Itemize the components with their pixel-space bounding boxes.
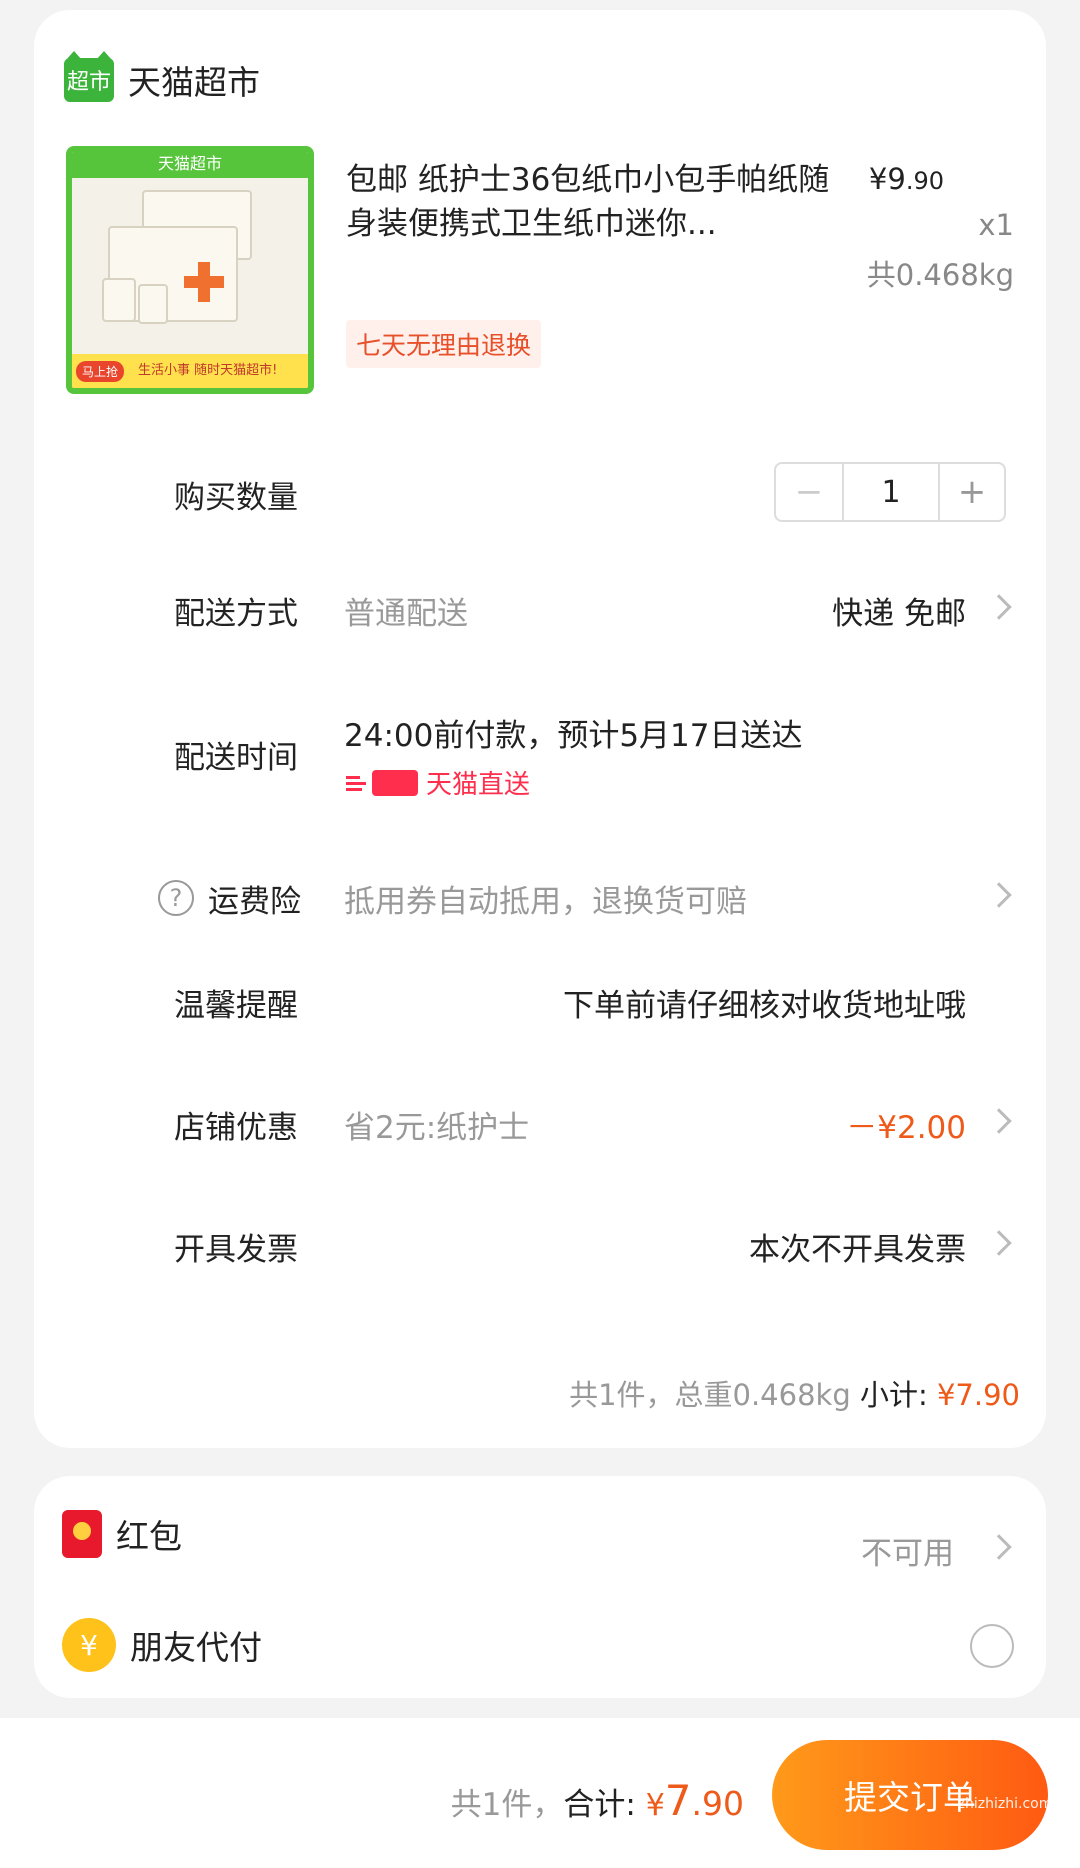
total-int: 7 bbox=[664, 1776, 692, 1825]
delivery-time-label: 配送时间 bbox=[174, 740, 298, 776]
shipping-method-value: 普通配送 bbox=[344, 596, 468, 632]
reminder-value: 下单前请仔细核对收货地址哦 bbox=[563, 988, 966, 1024]
hongbao-row[interactable]: 红包 bbox=[62, 1510, 182, 1558]
order-card: 超市 天猫超市 天猫超市 生活小事 随时天猫超市! 马上抢 包邮 纸护士36包纸… bbox=[34, 10, 1046, 1448]
watermark: zhizhizhi.com bbox=[957, 1796, 1053, 1812]
product-image-grab-badge: 马上抢 bbox=[76, 361, 125, 382]
subtotal-label: 小计: bbox=[859, 1378, 928, 1412]
store-name: 天猫超市 bbox=[128, 63, 260, 102]
checkout-bar: 共1件，合计: ¥7.90 提交订单 bbox=[0, 1718, 1080, 1868]
product-price-dec: .90 bbox=[905, 167, 944, 195]
product-price: ¥9.90 bbox=[869, 162, 944, 196]
product-quantity: x1 bbox=[978, 208, 1014, 242]
chevron-right-icon[interactable] bbox=[986, 1230, 1012, 1256]
return-policy-tag: 七天无理由退换 bbox=[346, 320, 542, 368]
total-currency: ¥ bbox=[645, 1788, 665, 1823]
speed-lines-icon bbox=[346, 774, 368, 792]
buy-quantity-label: 购买数量 bbox=[174, 480, 298, 516]
reminder-label: 温馨提醒 bbox=[174, 988, 298, 1024]
total-count: 共1件， bbox=[450, 1787, 564, 1823]
shipping-insurance-value[interactable]: 抵用券自动抵用，退换货可赔 bbox=[344, 876, 747, 921]
hongbao-label: 红包 bbox=[116, 1517, 182, 1556]
subtotal-amount: ¥7.90 bbox=[936, 1378, 1020, 1412]
store-header[interactable]: 超市 天猫超市 bbox=[64, 51, 260, 104]
product-cross-shape bbox=[198, 262, 210, 302]
shipping-method-label: 配送方式 bbox=[174, 596, 298, 632]
quantity-value[interactable]: 1 bbox=[844, 464, 938, 520]
decrease-button[interactable]: − bbox=[776, 464, 844, 520]
invoice-value[interactable]: 本次不开具发票 bbox=[749, 1224, 966, 1269]
total-label: 合计: bbox=[563, 1787, 636, 1823]
product-weight: 共0.468kg bbox=[866, 258, 1014, 292]
store-discount-amount[interactable]: －¥2.00 bbox=[846, 1102, 966, 1147]
tmall-cat-icon bbox=[372, 769, 418, 796]
product-pack-shape bbox=[102, 278, 136, 322]
total-dec: .90 bbox=[691, 1784, 744, 1823]
friend-pay-radio[interactable] bbox=[970, 1624, 1014, 1668]
hongbao-value[interactable]: 不可用 bbox=[861, 1528, 954, 1573]
shipping-method-right[interactable]: 快递 免邮 bbox=[832, 588, 966, 633]
red-envelope-icon bbox=[62, 1510, 102, 1558]
product-image-banner: 天猫超市 bbox=[72, 152, 308, 178]
payment-options-card: 红包 不可用 ¥ 朋友代付 bbox=[34, 1476, 1046, 1698]
invoice-label: 开具发票 bbox=[174, 1232, 298, 1268]
chevron-right-icon[interactable] bbox=[986, 594, 1012, 620]
increase-button[interactable]: + bbox=[938, 464, 1004, 520]
tmall-supermarket-logo: 超市 bbox=[64, 51, 114, 102]
friend-pay-label: 朋友代付 bbox=[130, 1628, 262, 1667]
chevron-right-icon[interactable] bbox=[986, 1534, 1012, 1560]
product-title[interactable]: 包邮 纸护士36包纸巾小包手帕纸随身装便携式卫生纸巾迷你... bbox=[346, 158, 846, 246]
delivery-time-value: 24:00前付款，预计5月17日送达 bbox=[344, 718, 803, 754]
chevron-right-icon[interactable] bbox=[986, 1108, 1012, 1134]
yuan-coin-icon: ¥ bbox=[62, 1618, 116, 1672]
submit-order-button[interactable]: 提交订单 bbox=[772, 1740, 1048, 1850]
friend-pay-row[interactable]: ¥ 朋友代付 bbox=[62, 1618, 262, 1672]
product-image[interactable]: 天猫超市 生活小事 随时天猫超市! 马上抢 bbox=[66, 146, 314, 394]
product-price-int: ¥9 bbox=[868, 162, 906, 196]
question-help-icon[interactable]: ? bbox=[158, 880, 194, 916]
order-subtotal: 共1件，总重0.468kg 小计: ¥7.90 bbox=[569, 1372, 1020, 1414]
store-discount-value: 省2元:纸护士 bbox=[344, 1110, 530, 1146]
tmall-direct-label: 天猫直送 bbox=[426, 770, 531, 800]
order-total: 共1件，合计: ¥7.90 bbox=[451, 1776, 744, 1825]
product-pack-shape bbox=[138, 284, 168, 324]
chevron-right-icon[interactable] bbox=[986, 882, 1012, 908]
quantity-stepper: − 1 + bbox=[774, 462, 1006, 522]
shipping-insurance-label: 运费险 bbox=[208, 884, 301, 920]
tmall-direct-badge: 天猫直送 bbox=[346, 764, 530, 801]
store-discount-label: 店铺优惠 bbox=[174, 1110, 298, 1146]
subtotal-count: 共1件，总重0.468kg bbox=[569, 1378, 851, 1412]
